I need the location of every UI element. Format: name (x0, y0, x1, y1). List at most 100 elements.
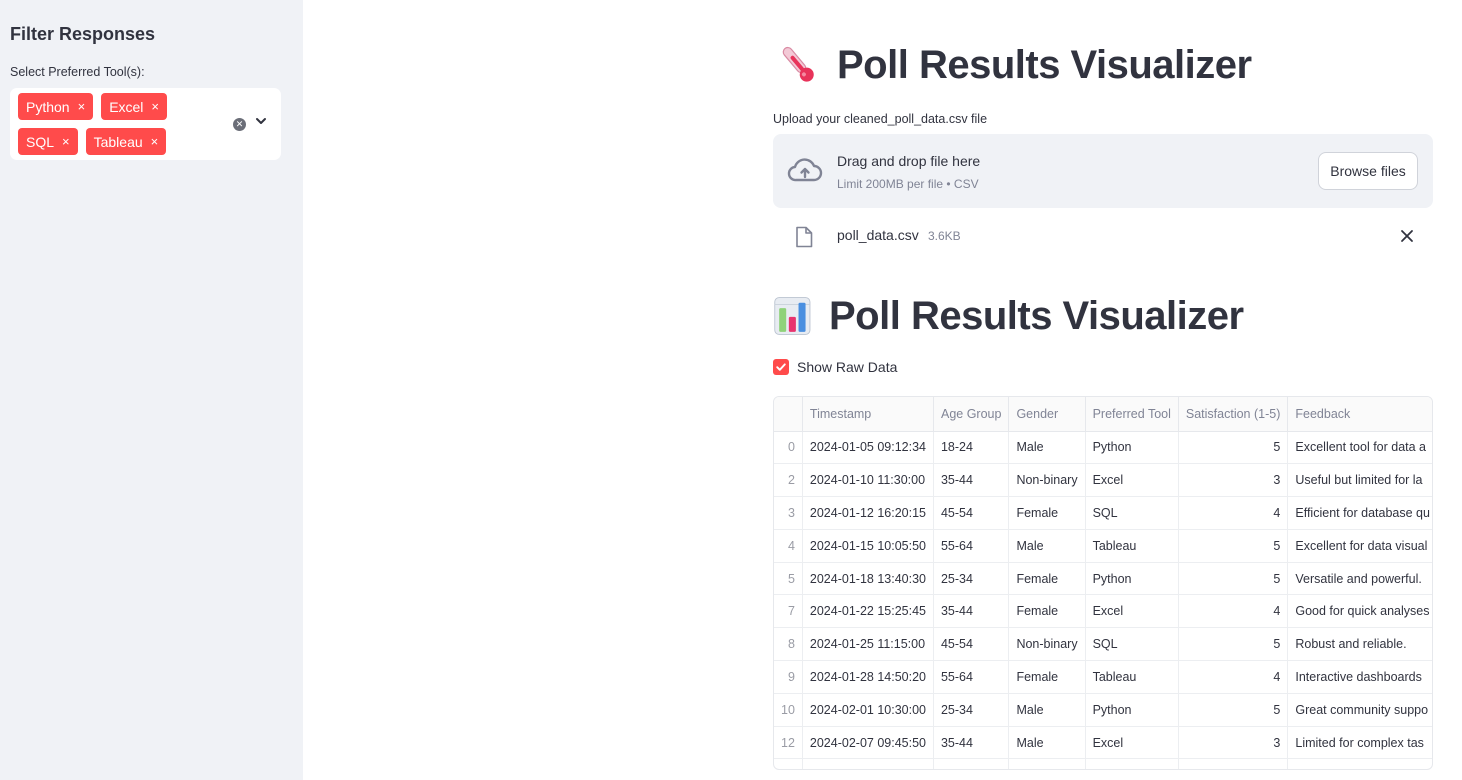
column-header[interactable]: Feedback (1287, 397, 1432, 432)
column-header[interactable]: Timestamp (802, 397, 934, 432)
table-cell: Female (1008, 594, 1086, 629)
table-cell: Interactive dashboards (1287, 660, 1432, 694)
table-cell: 35-44 (933, 594, 1010, 629)
table-cell: 8 (774, 627, 803, 662)
table-cell (1287, 758, 1432, 769)
table-row[interactable]: 10 2024-02-01 10:30:00 25-34 Male Python 5 Gre… (774, 693, 1432, 727)
table-row[interactable]: 12 2024-02-07 09:45:50 35-44 Male Excel 3 Limi… (774, 726, 1432, 760)
table-cell: Male (1008, 726, 1086, 760)
results-heading-text: Poll Results Visualizer (829, 293, 1244, 338)
table-row[interactable]: 3 2024-01-12 16:20:15 45-54 Female SQL 4 Effic… (774, 496, 1432, 530)
column-header[interactable]: Satisfaction (1-5) (1178, 397, 1289, 432)
file-dropzone[interactable]: Drag and drop file here Limit 200MB per … (773, 134, 1433, 208)
table-cell: Non-binary (1008, 463, 1086, 498)
file-name: poll_data.csv (837, 227, 919, 243)
tag-label: Tableau (93, 133, 143, 150)
thermometer-icon (782, 46, 814, 82)
table-cell: 9 (774, 660, 803, 694)
tag-label: Python (26, 98, 70, 115)
table-cell: Excel (1085, 726, 1179, 760)
table-row[interactable]: 9 2024-01-28 14:50:20 55-64 Female Tableau 4 I… (774, 660, 1432, 694)
bar-chart-icon (774, 297, 811, 335)
tag-label: SQL (26, 133, 55, 150)
tag-remove-icon[interactable]: × (62, 135, 70, 148)
table-cell: 4 (1178, 594, 1289, 629)
table-row[interactable]: 2 2024-01-10 11:30:00 35-44 Non-binary Excel… (774, 463, 1432, 498)
table-row[interactable] (774, 758, 1432, 769)
table-cell: Excel (1085, 594, 1179, 629)
chevron-down-icon[interactable] (255, 115, 267, 127)
table-cell: 25-34 (933, 562, 1010, 596)
table-cell (774, 758, 803, 769)
table-cell: 5 (1178, 627, 1289, 662)
table-cell: 2024-01-18 13:40:30 (802, 562, 934, 596)
table-cell: 2024-01-10 11:30:00 (802, 463, 934, 498)
uploader-heading: Poll Results Visualizer (773, 42, 1252, 88)
table-cell: 2024-02-07 09:45:50 (802, 726, 934, 760)
table-cell: 25-34 (933, 693, 1010, 727)
table-cell: 3 (774, 496, 803, 530)
table-cell: 7 (774, 594, 803, 629)
selected-tag[interactable]: Tableau × (85, 128, 167, 155)
table-cell: 4 (1178, 496, 1289, 530)
table-cell: 18-24 (933, 431, 1010, 465)
table-cell: Female (1008, 660, 1086, 694)
table-cell (1085, 758, 1179, 769)
selected-tag[interactable]: SQL × (18, 128, 78, 155)
table-cell: 4 (1178, 660, 1289, 694)
tool-multiselect[interactable]: Python × Excel × SQL × Tableau × ✕ (10, 88, 281, 160)
table-cell: Female (1008, 496, 1086, 530)
table-cell: 45-54 (933, 627, 1010, 662)
table-row[interactable]: 7 2024-01-22 15:25:45 35-44 Female Excel 4 Goo… (774, 594, 1432, 629)
selected-tag[interactable]: Python × (18, 93, 94, 120)
table-cell: 2024-01-25 11:15:00 (802, 627, 934, 662)
table-row[interactable]: 8 2024-01-25 11:15:00 45-54 Non-binary SQL 5 R… (774, 627, 1432, 662)
table-cell: 55-64 (933, 529, 1010, 563)
tag-remove-icon[interactable]: × (78, 100, 86, 113)
table-cell: 12 (774, 726, 803, 760)
browse-files-button[interactable]: Browse files (1318, 152, 1418, 190)
remove-file-icon[interactable] (1399, 228, 1415, 244)
show-raw-data-toggle[interactable]: Show Raw Data (773, 359, 897, 375)
table-cell: 35-44 (933, 726, 1010, 760)
cloud-upload-icon (787, 158, 823, 182)
table-cell: 2 (774, 463, 803, 498)
tag-remove-icon[interactable]: × (151, 100, 159, 113)
tag-remove-icon[interactable]: × (151, 135, 159, 148)
table-cell (1008, 758, 1086, 769)
table-cell: Efficient for database qu (1287, 496, 1432, 530)
table-cell: 2024-01-22 15:25:45 (802, 594, 934, 629)
column-header[interactable]: Preferred Tool (1085, 397, 1179, 432)
table-cell: Excel (1085, 463, 1179, 498)
raw-data-table[interactable]: Timestamp Age Group Gender Preferred Tool Sa… (773, 396, 1433, 770)
table-cell: 0 (774, 431, 803, 465)
uploaded-file: poll_data.csv 3.6KB (773, 220, 1433, 254)
table-cell: Versatile and powerful. (1287, 562, 1432, 596)
table-cell: SQL (1085, 627, 1179, 662)
results-heading: Poll Results Visualizer (773, 293, 1244, 339)
table-cell: 2024-01-28 14:50:20 (802, 660, 934, 694)
column-header[interactable]: Age Group (933, 397, 1010, 432)
table-cell: Excellent for data visual (1287, 529, 1432, 563)
show-raw-data-checkbox[interactable] (773, 359, 789, 375)
table-cell (933, 758, 1010, 769)
table-cell: Limited for complex tas (1287, 726, 1432, 760)
table-cell: 10 (774, 693, 803, 727)
selected-tag[interactable]: Excel × (101, 93, 168, 120)
table-cell: 3 (1178, 726, 1289, 760)
dropzone-limit: Limit 200MB per file • CSV (837, 177, 979, 191)
table-row[interactable]: 5 2024-01-18 13:40:30 25-34 Female Python 5 Ve… (774, 562, 1432, 596)
table-row[interactable]: 4 2024-01-15 10:05:50 55-64 Male Tableau 5 Exc… (774, 529, 1432, 563)
file-size: 3.6KB (928, 229, 961, 243)
table-cell: 55-64 (933, 660, 1010, 694)
column-header[interactable]: Gender (1008, 397, 1086, 432)
table-cell: 5 (1178, 431, 1289, 465)
sidebar-title: Filter Responses (10, 24, 156, 44)
clear-all-icon[interactable]: ✕ (233, 118, 246, 131)
table-row[interactable]: 0 2024-01-05 09:12:34 18-24 Male Python 5 Exce… (774, 431, 1432, 465)
table-cell: 4 (774, 529, 803, 563)
table-cell: 2024-01-15 10:05:50 (802, 529, 934, 563)
tool-select-label: Select Preferred Tool(s): (10, 65, 145, 79)
table-cell: 5 (1178, 693, 1289, 727)
column-header[interactable] (774, 397, 803, 432)
